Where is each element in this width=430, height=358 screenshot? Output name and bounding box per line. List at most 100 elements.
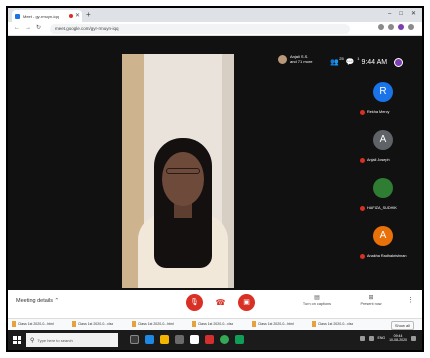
mic-muted-icon: [360, 110, 365, 115]
forward-arrow-icon[interactable]: →: [25, 25, 31, 31]
captions-button[interactable]: ▤ Turn on captions: [299, 294, 335, 307]
participant-tile[interactable]: A Anakha Radhakrishnan: [358, 222, 410, 270]
media-icon[interactable]: [205, 335, 214, 344]
notification-icon[interactable]: [411, 335, 416, 341]
present-now-label: Present now: [360, 302, 382, 306]
language-indicator[interactable]: ENG: [378, 336, 386, 340]
people-icon: 👥: [330, 59, 339, 66]
back-arrow-icon[interactable]: ←: [14, 25, 20, 31]
file-icon: [252, 321, 256, 327]
task-view-icon[interactable]: [130, 335, 139, 344]
participant-name: HAFIZA_SUDHIK: [367, 206, 397, 210]
url-field[interactable]: meet.google.com/gyr-rmuyn-iqq: [50, 24, 350, 34]
file-icon: [312, 321, 316, 327]
taskbar-apps: [130, 335, 244, 344]
chat-button[interactable]: 💬 1: [345, 57, 360, 67]
download-filename: Class 1st 2020-0...xlsx: [78, 322, 114, 326]
file-icon: [192, 321, 196, 327]
chrome-icon[interactable]: [220, 335, 229, 344]
profile-icon[interactable]: [398, 24, 404, 30]
store-icon[interactable]: [175, 335, 184, 344]
new-tab-button[interactable]: +: [86, 11, 91, 19]
hang-up-icon[interactable]: ☎: [212, 294, 229, 311]
download-filename: Class 1st 2020-0...html: [18, 322, 54, 326]
close-window-button[interactable]: ✕: [411, 11, 416, 17]
extension-icons: [378, 24, 414, 30]
participant-count: 25: [339, 56, 344, 61]
present-icon: ⊞: [368, 295, 374, 301]
meet-app-icon[interactable]: [235, 335, 244, 344]
participant-avatar: R: [373, 82, 393, 102]
participant-tile[interactable]: R Rekha Mercy: [358, 78, 410, 126]
extension-icon[interactable]: [388, 24, 394, 30]
volume-icon[interactable]: [368, 335, 374, 341]
download-item[interactable]: Class 1st 2020-0...xlsx: [312, 321, 368, 327]
download-item[interactable]: Class 1st 2020-0...html: [252, 321, 308, 327]
presenter-indicator: Anjali S.S. and 71 more: [278, 54, 316, 64]
presenter-avatar: [278, 54, 287, 64]
meet-stage: Anjali S.S. and 71 more 👥 25 💬 1 9:44 AM R…: [8, 36, 422, 290]
reload-icon[interactable]: ↻: [36, 25, 41, 31]
people-button[interactable]: 👥 25: [330, 57, 344, 67]
close-tab-icon[interactable]: ✕: [75, 13, 82, 19]
file-icon: [72, 321, 76, 327]
captions-icon: ▤: [314, 295, 320, 301]
mic-off-icon[interactable]: 🎙: [186, 294, 203, 311]
download-filename: Class 1st 2020-0...html: [258, 322, 294, 326]
menu-icon[interactable]: [408, 24, 414, 30]
captions-label: Turn on captions: [302, 302, 332, 306]
screen: Meet - gy-rmuyn-iqq ✕ + – □ ✕ ← → ↻ meet…: [6, 6, 424, 352]
download-item[interactable]: Class 1st 2020-0...xlsx: [192, 321, 248, 327]
meet-top-controls: 👥 25 💬 1 9:44 AM: [330, 57, 404, 67]
download-item[interactable]: Class 1st 2020-0...html: [132, 321, 188, 327]
participant-list: R Rekha Mercy A Anjali Joseph HAFIZA_SUDHIK A…: [358, 78, 410, 270]
present-now-button[interactable]: ⊞ Present now: [353, 294, 389, 307]
edge-icon[interactable]: [145, 335, 154, 344]
download-items: Class 1st 2020-0...html Class 1st 2020-0.…: [12, 321, 368, 327]
downloads-shelf: Class 1st 2020-0...html Class 1st 2020-0.…: [8, 318, 422, 330]
taskbar-search[interactable]: ⚲ Type here to search: [26, 333, 118, 347]
participant-tile[interactable]: HAFIZA_SUDHIK: [358, 174, 410, 222]
participant-name: Anakha Radhakrishnan: [367, 254, 407, 258]
meet-clock: 9:44 AM: [361, 59, 388, 66]
mic-muted-icon: [360, 206, 365, 211]
participant-avatar: [373, 178, 393, 198]
windows-start-icon[interactable]: [13, 336, 21, 344]
download-item[interactable]: Class 1st 2020-0...html: [12, 321, 68, 327]
participant-avatar: A: [373, 130, 393, 150]
minimize-button[interactable]: –: [388, 11, 391, 17]
meet-bottom-bar: Meeting details ⌃ 🎙 ☎ ▣ ▤ Turn on captio…: [8, 290, 422, 318]
taskbar-clock[interactable]: 09:44 10-08-2020: [389, 334, 407, 342]
bookmark-star-icon[interactable]: [378, 24, 384, 30]
participant-avatar: A: [373, 226, 393, 246]
download-filename: Class 1st 2020-0...xlsx: [198, 322, 234, 326]
app-icon[interactable]: [190, 335, 199, 344]
download-item[interactable]: Class 1st 2020-0...xlsx: [72, 321, 128, 327]
presenter-text: Anjali S.S. and 71 more: [290, 54, 313, 64]
meet-favicon-icon: [15, 13, 20, 19]
browser-tab[interactable]: Meet - gy-rmuyn-iqq ✕: [12, 10, 82, 22]
right-tools: ▤ Turn on captions ⊞ Present now ⋮: [299, 294, 414, 307]
camera-off-icon[interactable]: ▣: [238, 294, 255, 311]
network-icon[interactable]: [359, 335, 365, 341]
show-all-button[interactable]: Show all: [390, 321, 414, 330]
search-placeholder: Type here to search: [37, 337, 73, 343]
nav-buttons: ← → ↻: [14, 25, 41, 31]
windows-taskbar: ⚲ Type here to search ENG 09:44 10-08-202…: [8, 330, 422, 350]
user-avatar[interactable]: [394, 58, 404, 67]
participant-name: Rekha Mercy: [367, 110, 390, 114]
participant-tile[interactable]: A Anjali Joseph: [358, 126, 410, 174]
chat-icon: 💬: [345, 59, 355, 66]
mic-muted-icon: [360, 254, 365, 259]
system-tray: ENG 09:44 10-08-2020: [359, 334, 416, 342]
window-controls: – □ ✕: [388, 11, 416, 17]
address-bar: ← → ↻ meet.google.com/gyr-rmuyn-iqq: [8, 22, 422, 36]
meeting-details-button[interactable]: Meeting details ⌃: [16, 298, 59, 305]
maximize-button[interactable]: □: [399, 11, 403, 17]
download-filename: Class 1st 2020-0...html: [138, 322, 174, 326]
file-explorer-icon[interactable]: [160, 335, 169, 344]
download-filename: Class 1st 2020-0...xlsx: [318, 322, 354, 326]
search-icon: ⚲: [30, 337, 35, 344]
more-options-icon[interactable]: ⋮: [407, 297, 414, 307]
mic-muted-icon: [360, 158, 365, 163]
